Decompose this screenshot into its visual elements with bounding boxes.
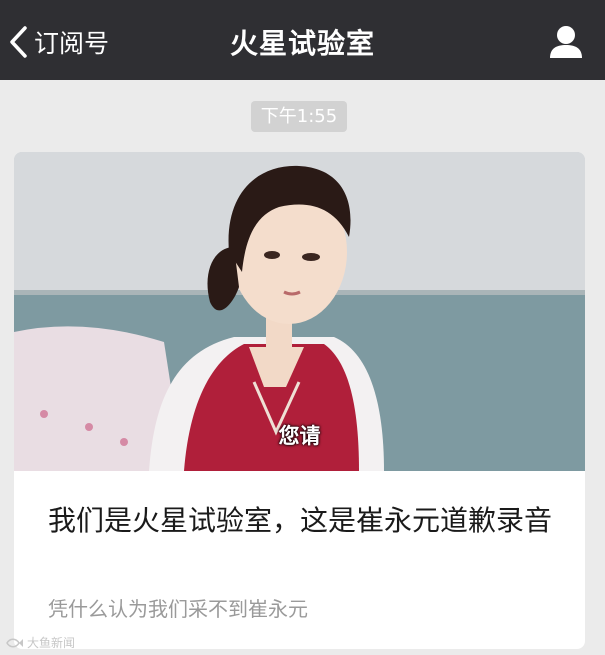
article-title[interactable]: 我们是火星试验室，这是崔永元道歉录音 — [48, 502, 558, 539]
person-icon — [546, 26, 586, 64]
article-cover-image: 您请 — [14, 152, 585, 471]
watermark: 大鱼新闻 — [6, 634, 75, 651]
navigation-bar: 订阅号 火星试验室 — [0, 0, 605, 80]
cover-caption: 您请 — [278, 424, 321, 448]
profile-button[interactable] — [546, 24, 586, 60]
watermark-text: 大鱼新闻 — [27, 636, 76, 650]
article-digest: 凭什么认为我们采不到崔永元 — [48, 597, 308, 621]
page-title: 火星试验室 — [229, 27, 375, 60]
article-card[interactable]: 您请 我们是火星试验室，这是崔永元道歉录音 凭什么认为我们采不到崔永元 — [14, 152, 585, 649]
message-timestamp: 下午1:55 — [251, 101, 347, 132]
fish-logo-icon — [6, 638, 23, 647]
